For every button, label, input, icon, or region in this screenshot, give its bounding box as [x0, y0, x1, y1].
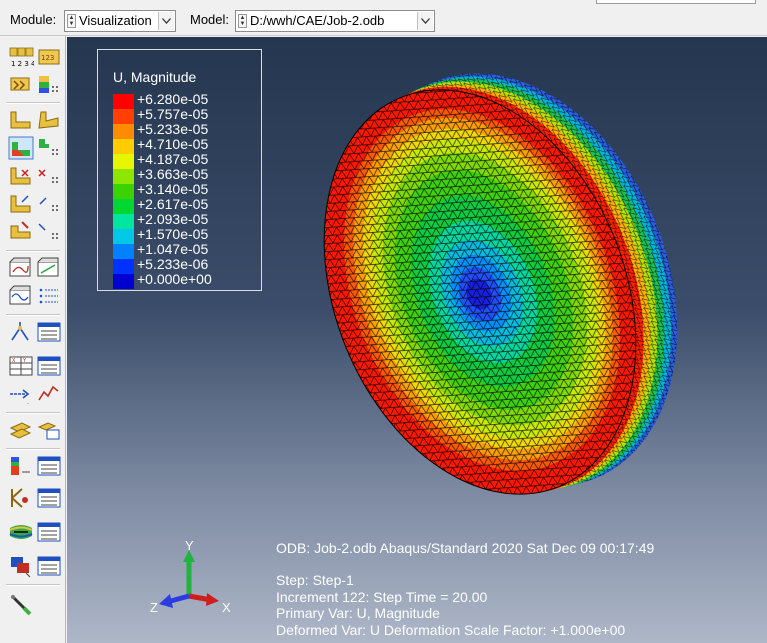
chevron-down-icon[interactable]	[158, 12, 174, 30]
frame-icon[interactable]	[8, 73, 34, 97]
display-group-icon[interactable]	[8, 418, 34, 442]
free-body-cut-icon[interactable]: .	[8, 382, 34, 406]
legend-swatch	[113, 169, 134, 184]
triad-x-label: X	[222, 600, 231, 615]
display-group-manager-icon[interactable]	[36, 418, 62, 442]
legend-value: +1.047e-05	[137, 241, 209, 257]
search-field[interactable]	[596, 0, 756, 4]
legend-swatch	[113, 214, 134, 229]
plot-undeformed-icon[interactable]	[8, 108, 34, 132]
animate-scale-factor-icon[interactable]	[36, 256, 62, 280]
probe-icon[interactable]	[8, 220, 34, 244]
legend-value: +3.663e-05	[137, 166, 209, 182]
contour-style-icon[interactable]	[36, 136, 62, 160]
view-cut-manager-icon[interactable]	[8, 520, 34, 544]
model-combo[interactable]: ▲ ▼ D:/wwh/CAE/Job-2.odb	[235, 10, 435, 32]
state-block-increment: Increment 122: Step Time = 20.00	[276, 589, 488, 605]
state-block-deformed-var: Deformed Var: U Deformation Scale Factor…	[276, 622, 626, 638]
context-bar: Module: ▲ ▼ Visualization Model: ▲ ▼ D:/ww…	[0, 0, 767, 36]
legend-swatch	[113, 124, 134, 139]
plot-contours-icon[interactable]	[8, 136, 34, 160]
stream-icon[interactable]	[8, 454, 34, 478]
legend-swatch	[113, 139, 134, 154]
svg-text:123: 123	[41, 54, 54, 62]
svg-text:1 2 3 4: 1 2 3 4	[11, 60, 34, 68]
module-spin-icon[interactable]: ▲ ▼	[67, 14, 76, 28]
legend-swatch	[113, 244, 134, 259]
material-orientation-style-icon[interactable]	[36, 192, 62, 216]
legend-swatch	[113, 274, 134, 289]
module-value: Visualization	[79, 13, 152, 28]
legend-value: +5.757e-05	[137, 106, 209, 122]
plot-material-orientation-icon[interactable]	[8, 192, 34, 216]
model-value: D:/wwh/CAE/Job-2.odb	[250, 13, 385, 28]
viewport-canvas[interactable]: U, Magnitude +6.280e-05 +5.757e-05 +5.233e…	[67, 37, 767, 643]
contour-options-icon[interactable]: 1 2 3 4	[8, 46, 34, 70]
animate-time-history-icon[interactable]	[8, 256, 34, 280]
legend-swatch	[113, 259, 134, 274]
animate-harmonic-icon[interactable]	[8, 284, 34, 308]
legend-value: +5.233e-05	[137, 121, 209, 137]
overlay-plot-icon[interactable]	[8, 554, 34, 578]
triad-z-label: Z	[150, 600, 158, 615]
xy-data-manager-icon[interactable]	[36, 354, 62, 378]
path-manager-icon[interactable]	[36, 320, 62, 344]
stream-manager-icon[interactable]	[36, 454, 62, 478]
toolbox: 1 2 3 4 123 X Y .	[0, 36, 66, 643]
report-manager-icon[interactable]	[36, 486, 62, 510]
model-spin-icon[interactable]: ▲ ▼	[238, 14, 247, 28]
legend-swatch	[113, 109, 134, 124]
animation-options-icon[interactable]	[36, 284, 62, 308]
legend-title: U, Magnitude	[113, 69, 197, 85]
free-body-manager-icon[interactable]	[36, 520, 62, 544]
svg-text:.: .	[27, 399, 29, 406]
probe-options-icon[interactable]	[36, 220, 62, 244]
legend-value: +6.280e-05	[137, 91, 209, 107]
edit-tool-icon[interactable]	[8, 592, 34, 616]
plot-deformed-icon[interactable]	[36, 108, 62, 132]
legend-value: +4.710e-05	[137, 136, 209, 152]
legend-value: +4.187e-05	[137, 151, 209, 167]
svg-text:X: X	[12, 358, 16, 364]
result-options-icon[interactable]: 123	[36, 46, 62, 70]
overlay-manager-icon[interactable]	[36, 554, 62, 578]
view-cut-icon[interactable]	[36, 73, 62, 97]
module-combo[interactable]: ▲ ▼ Visualization	[64, 10, 176, 32]
legend-value: +5.233e-06	[137, 256, 209, 272]
legend-swatch	[113, 184, 134, 199]
chevron-down-icon[interactable]	[417, 12, 433, 30]
legend-swatch	[113, 154, 134, 169]
model-label: Model:	[190, 12, 230, 27]
legend-swatch	[113, 94, 134, 109]
state-block-primary-var: Primary Var: U, Magnitude	[276, 605, 440, 621]
plot-symbols-icon[interactable]	[8, 164, 34, 188]
plot-xy-data-icon[interactable]	[36, 382, 62, 406]
query-icon[interactable]	[8, 486, 34, 510]
legend-value: +0.000e+00	[137, 271, 212, 287]
create-xy-data-icon[interactable]: XY	[8, 354, 34, 378]
title-block-odb: ODB: Job-2.odb Abaqus/Standard 2020 Sat …	[276, 540, 655, 556]
legend-value: +2.093e-05	[137, 211, 209, 227]
module-label: Module:	[10, 12, 57, 27]
create-path-icon[interactable]	[8, 320, 34, 344]
symbol-style-icon[interactable]	[36, 164, 62, 188]
disk-face	[324, 89, 636, 495]
legend-value: +1.570e-05	[137, 226, 209, 242]
legend-value: +2.617e-05	[137, 196, 209, 212]
legend-value: +3.140e-05	[137, 181, 209, 197]
legend-swatch	[113, 199, 134, 214]
legend-swatch	[113, 229, 134, 244]
state-block-step: Step: Step-1	[276, 572, 354, 588]
triad-y-label: Y	[185, 538, 194, 553]
contour-legend: U, Magnitude +6.280e-05 +5.757e-05 +5.233e…	[97, 49, 262, 291]
